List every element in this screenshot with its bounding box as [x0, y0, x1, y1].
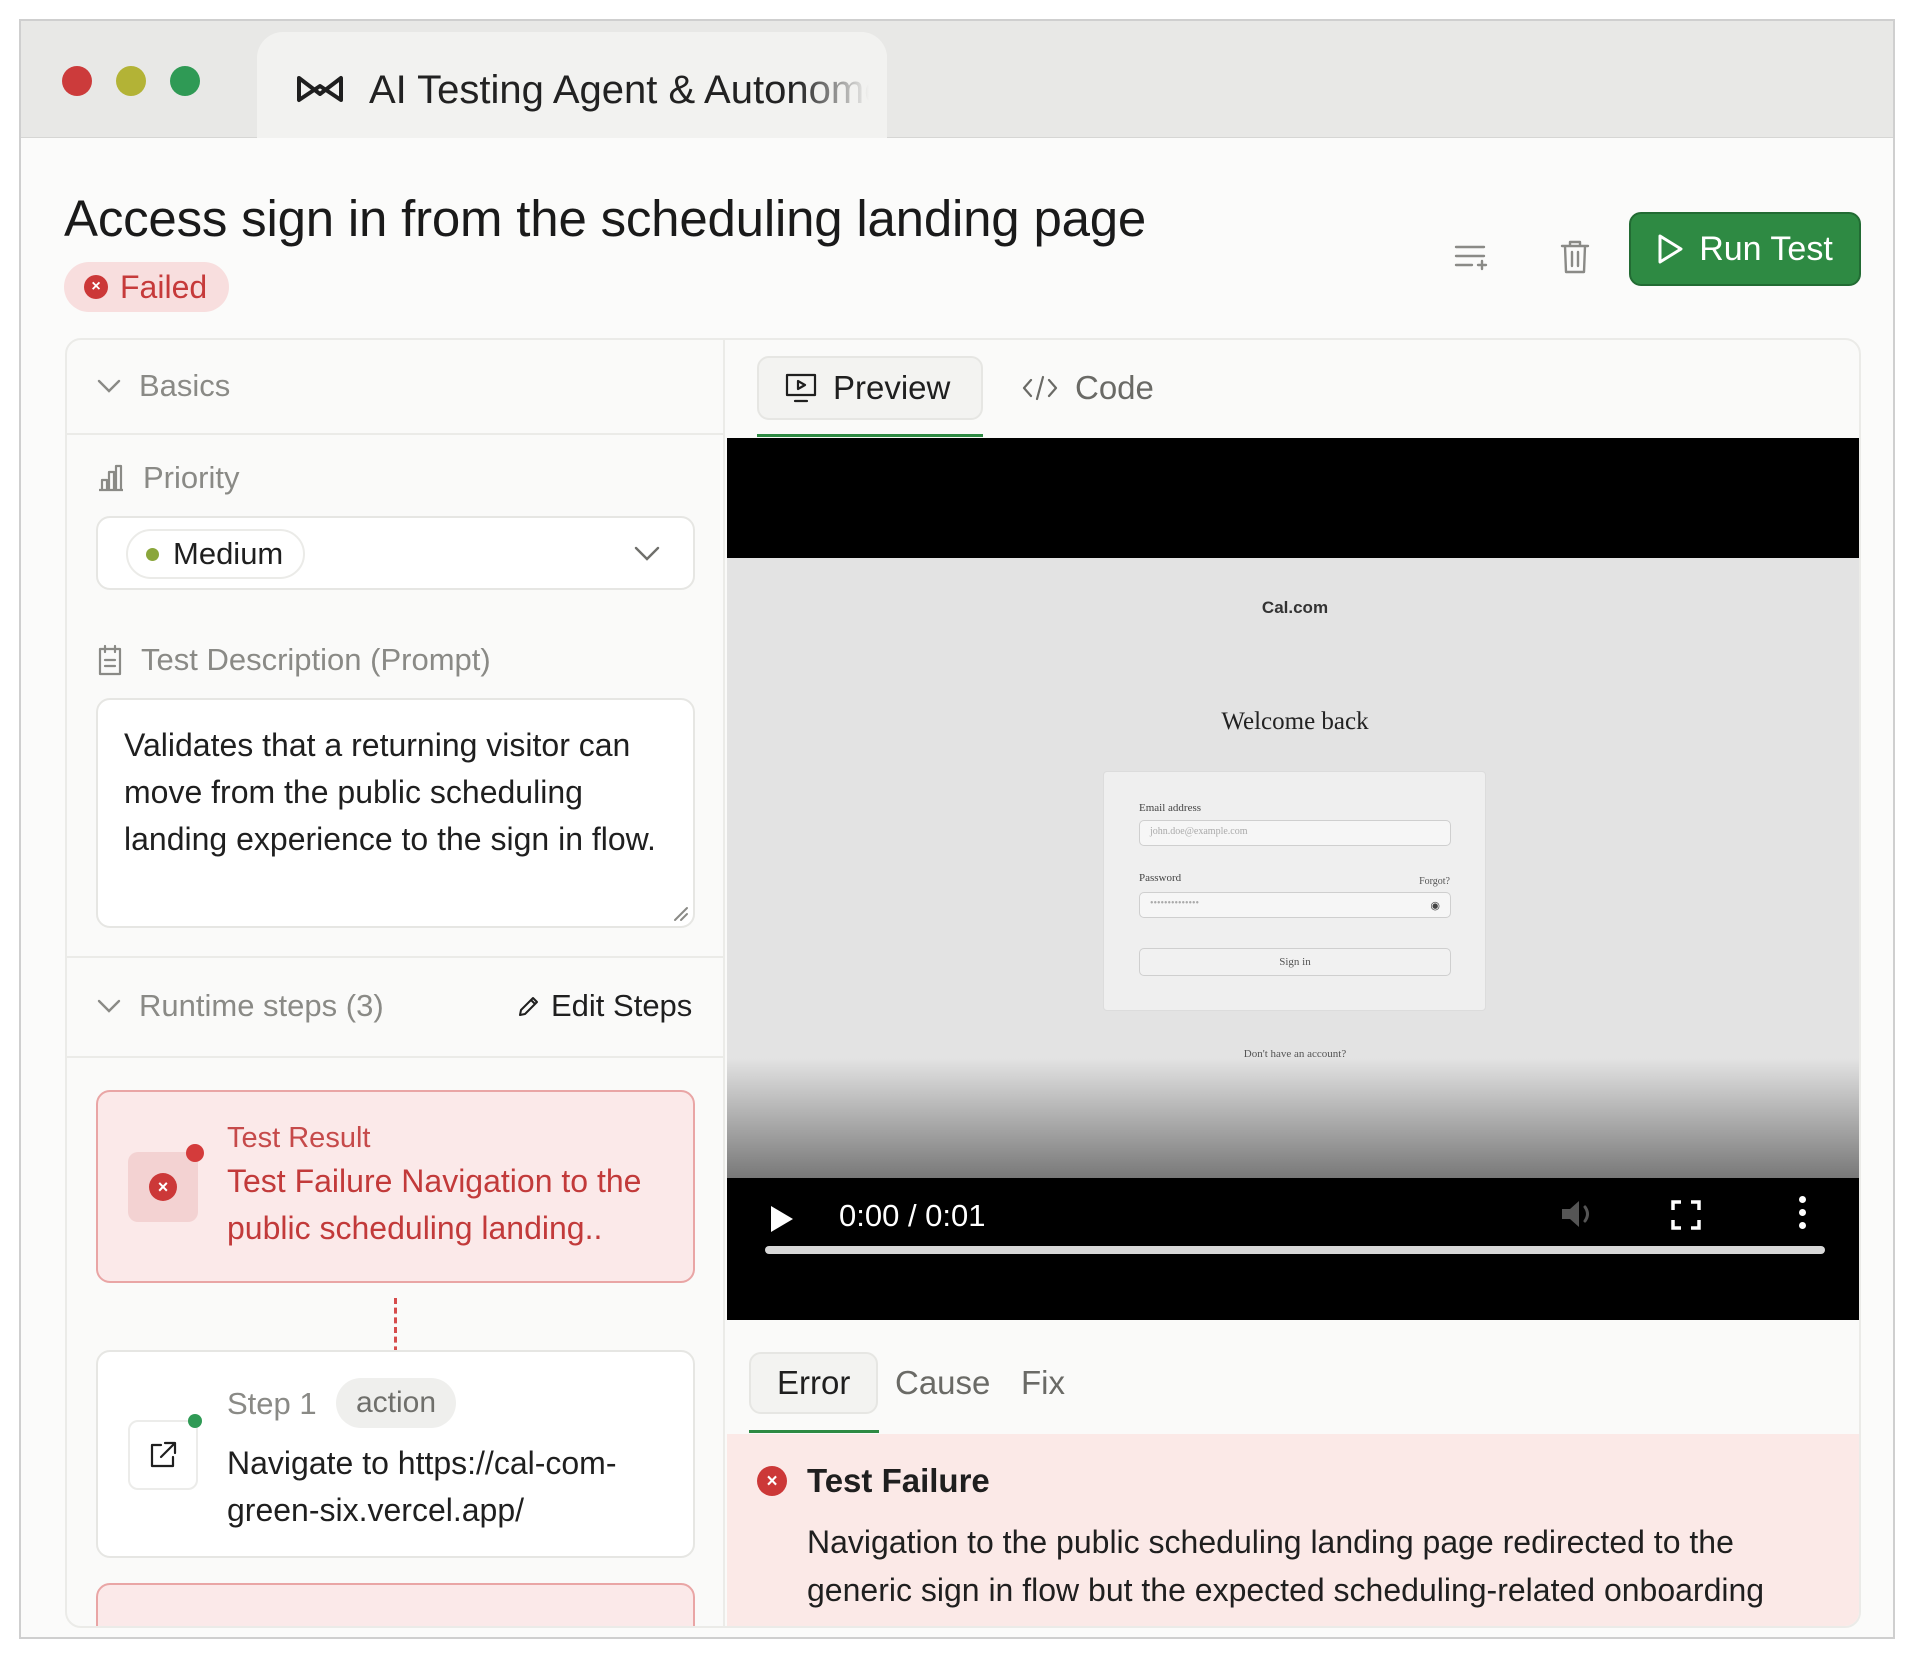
test-result-card[interactable]: × Test Result Test Failure Navigation to…: [96, 1090, 695, 1283]
external-link-icon: [150, 1441, 177, 1468]
test-detail-panel: Basics Priority Medium Test Description …: [65, 338, 1861, 1628]
code-icon: [1022, 375, 1058, 401]
step-type-badge: action: [336, 1378, 457, 1428]
video-time: 0:00 / 0:01: [839, 1198, 986, 1233]
priority-select[interactable]: Medium: [96, 516, 695, 590]
status-label: Failed: [120, 268, 208, 305]
right-panel: Preview Code Cal.com Welcome back Email …: [727, 340, 1859, 1626]
basics-toggle[interactable]: Basics: [97, 368, 230, 404]
video-login-card: Email address john.doe@example.com Passw…: [1103, 771, 1486, 1011]
tab-fade: [797, 32, 887, 138]
video-progress-bar[interactable]: [765, 1246, 1825, 1254]
video-password-mask: ••••••••••••••: [1150, 898, 1200, 909]
chevron-down-icon: [634, 546, 660, 561]
page-title: Access sign in from the scheduling landi…: [64, 190, 1147, 247]
left-panel: Basics Priority Medium Test Description …: [67, 340, 725, 1626]
tab-error[interactable]: Error: [749, 1352, 879, 1414]
priority-chip: Medium: [126, 529, 306, 579]
minimize-window-button[interactable]: [116, 66, 146, 96]
error-title: Test Failure: [807, 1462, 990, 1499]
active-tab-indicator: [749, 1430, 879, 1433]
play-icon: [1658, 234, 1683, 264]
failed-icon: ×: [757, 1466, 787, 1496]
volume-icon[interactable]: [1559, 1196, 1599, 1232]
play-icon[interactable]: [771, 1206, 793, 1232]
step-status-dot: [188, 1414, 202, 1428]
active-tab-indicator: [757, 434, 983, 437]
basics-label: Basics: [139, 368, 231, 403]
video-forgot-link: Forgot?: [1419, 876, 1450, 887]
tab-code-label: Code: [1075, 369, 1154, 406]
more-options-icon[interactable]: [1799, 1196, 1806, 1229]
run-test-button[interactable]: Run Test: [1629, 212, 1861, 286]
list-add-icon: [1454, 245, 1488, 271]
description-heading: Test Description (Prompt): [97, 642, 491, 678]
add-to-list-button[interactable]: [1447, 233, 1495, 281]
failed-icon: ×: [84, 275, 108, 299]
edit-steps-label: Edit Steps: [551, 988, 693, 1023]
error-text: Navigation to the public scheduling land…: [807, 1524, 1765, 1608]
app-window: AI Testing Agent & Autonomous QA Access …: [19, 19, 1895, 1639]
video-controls: 0:00 / 0:01: [727, 1178, 1859, 1320]
description-textarea[interactable]: Validates that a returning visitor can m…: [96, 698, 695, 928]
fullscreen-icon[interactable]: [1671, 1200, 1701, 1230]
chevron-down-icon: [97, 999, 121, 1013]
maximize-window-button[interactable]: [170, 66, 200, 96]
video-email-input: john.doe@example.com: [1139, 820, 1451, 846]
result-text: Test Failure Navigation to the public sc…: [227, 1163, 642, 1246]
description-label: Test Description (Prompt): [141, 642, 491, 677]
divider: [67, 1056, 725, 1058]
tab-preview-label: Preview: [833, 369, 951, 406]
next-step-card[interactable]: [96, 1583, 695, 1626]
priority-dot: [146, 547, 159, 561]
runtime-steps-label: Runtime steps (3): [139, 988, 384, 1023]
failed-icon: ×: [149, 1173, 177, 1201]
video-player[interactable]: Cal.com Welcome back Email address john.…: [727, 438, 1859, 1320]
trash-icon: [1560, 240, 1590, 274]
status-badge: × Failed: [64, 262, 230, 312]
video-email-label: Email address: [1139, 802, 1202, 814]
chevron-down-icon: [97, 379, 121, 393]
clipboard-icon: [98, 644, 122, 676]
bar-chart-icon: [99, 464, 123, 492]
video-password-label: Password: [1139, 872, 1182, 884]
video-gradient: [727, 1058, 1859, 1198]
video-heading: Welcome back: [1221, 708, 1369, 735]
resize-handle-icon[interactable]: [671, 904, 689, 922]
error-icon-wrap: ×: [757, 1466, 787, 1496]
video-brand: Cal.com: [1261, 598, 1329, 617]
delete-button[interactable]: [1551, 233, 1599, 281]
result-label: Test Result: [227, 1122, 371, 1154]
step-text: Navigate to https://cal-com-green-six.ve…: [227, 1445, 617, 1528]
tab-fix[interactable]: Fix: [995, 1352, 1091, 1414]
error-panel: × Test Failure Navigation to the public …: [727, 1434, 1859, 1626]
tab-code[interactable]: Code: [995, 356, 1180, 420]
divider: [67, 433, 725, 435]
title-bar: AI Testing Agent & Autonomous QA: [21, 21, 1893, 138]
browser-tab[interactable]: AI Testing Agent & Autonomous QA: [257, 32, 887, 138]
step-icon-box: [128, 1420, 198, 1490]
priority-heading: Priority: [97, 460, 239, 496]
edit-steps-button[interactable]: Edit Steps: [517, 988, 692, 1024]
video-signin-button: Sign in: [1139, 948, 1451, 976]
tab-preview[interactable]: Preview: [757, 356, 983, 420]
description-text: Validates that a returning visitor can m…: [124, 727, 656, 857]
video-password-input: •••••••••••••• ◉: [1139, 892, 1451, 918]
priority-value: Medium: [173, 536, 284, 571]
step-card[interactable]: Step 1 action Navigate to https://cal-co…: [96, 1350, 695, 1558]
run-test-label: Run Test: [1699, 229, 1833, 268]
eye-icon: ◉: [1430, 900, 1440, 912]
monitor-play-icon: [785, 373, 817, 403]
pencil-icon: [519, 997, 538, 1016]
close-window-button[interactable]: [62, 66, 92, 96]
runtime-steps-toggle[interactable]: Runtime steps (3): [97, 988, 384, 1024]
result-status-dot: [186, 1144, 204, 1162]
priority-label: Priority: [143, 460, 240, 495]
result-icon-box: ×: [128, 1152, 198, 1222]
step-number: Step 1: [227, 1386, 317, 1421]
divider: [67, 956, 725, 958]
app-logo-icon: [297, 76, 343, 102]
